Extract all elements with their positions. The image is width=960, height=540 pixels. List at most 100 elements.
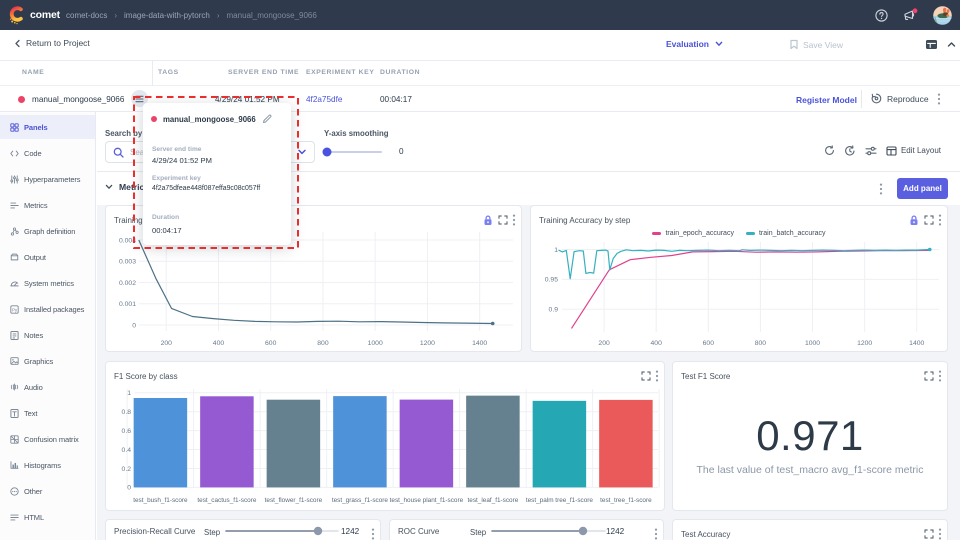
column-header-experiment-key[interactable]: EXPERIMENT KEY [306, 69, 374, 76]
expand-icon[interactable] [924, 371, 934, 381]
sidebar-item-graphics[interactable]: Graphics [0, 349, 95, 373]
sidebar-item-text[interactable]: Text [0, 401, 95, 425]
breadcrumb-project[interactable]: image-data-with-pytorch [124, 11, 210, 20]
panel-more-options-icon[interactable] [938, 528, 942, 540]
bookmark-icon [789, 39, 799, 50]
comet-logo[interactable]: comet [8, 4, 62, 26]
graph-icon [10, 227, 19, 236]
svg-text:0: 0 [127, 485, 131, 492]
save-view-label: Save View [803, 40, 843, 50]
panel-more-options-icon[interactable] [938, 370, 942, 382]
step-value: 1242 [341, 527, 359, 536]
svg-text:1000: 1000 [805, 340, 820, 347]
step-slider[interactable] [225, 524, 342, 538]
breadcrumb-experiment[interactable]: manual_mongoose_9066 [227, 11, 317, 20]
popup-field-label: Duration [152, 214, 179, 221]
sidebar-item-label: Audio [24, 383, 43, 392]
metric-caption: The last value of test_macro avg_f1-scor… [673, 464, 947, 476]
panel-more-options-icon[interactable] [371, 528, 375, 540]
sidebar-item-html[interactable]: HTML [0, 505, 95, 529]
experiment-table-header: NAME TAGS SERVER END TIME EXPERIMENT KEY… [0, 61, 960, 86]
layout-icon [886, 146, 897, 156]
hyperparameters-icon [10, 175, 19, 184]
svg-text:0.2: 0.2 [122, 466, 132, 473]
svg-text:test_bush_f1-score: test_bush_f1-score [133, 497, 188, 504]
other-icon [10, 487, 19, 496]
step-slider[interactable] [491, 524, 609, 538]
smoothing-slider[interactable] [321, 146, 385, 158]
sidebar-item-label: Histograms [24, 461, 61, 470]
sidebar-item-code[interactable]: Code [0, 141, 95, 165]
sidebar-item-label: Panels [24, 123, 48, 132]
panel-test_accuracy: Test Accuracy [672, 519, 948, 540]
help-icon[interactable] [875, 9, 888, 22]
view-toolbar: Return to Project Evaluation Save View [0, 30, 960, 61]
search-icon [113, 147, 124, 158]
panel-precision_recall: Precision-Recall Curve Step 1242 [105, 519, 381, 540]
avatar[interactable] [933, 6, 952, 25]
sidebar-item-label: Graph definition [24, 227, 75, 236]
popup-field-label: Experiment key [152, 175, 201, 182]
save-view-button[interactable]: Save View [789, 39, 843, 50]
register-model-link[interactable]: Register Model [796, 95, 857, 105]
panel-title: Test Accuracy [681, 530, 730, 539]
section-more-options-icon[interactable] [879, 183, 883, 195]
panel-more-options-icon[interactable] [654, 528, 658, 540]
edit-layout-button[interactable]: Edit Layout [886, 146, 941, 156]
divider [861, 90, 862, 108]
system-icon [10, 279, 19, 288]
sidebar-item-histograms[interactable]: Histograms [0, 453, 95, 477]
refresh-icon[interactable] [824, 145, 835, 156]
collapse-table-icon[interactable] [947, 41, 956, 48]
sidebar-item-confusion-matrix[interactable]: Confusion matrix [0, 427, 95, 451]
sidebar-item-system-metrics[interactable]: System metrics [0, 271, 95, 295]
svg-text:1400: 1400 [472, 340, 487, 347]
sidebar-item-other[interactable]: Other [0, 479, 95, 503]
search-scope-dropdown-icon[interactable] [297, 148, 307, 156]
add-panel-button[interactable]: Add panel [897, 178, 948, 199]
svg-text:test_house plant_f1-score: test_house plant_f1-score [390, 497, 464, 504]
panels-icon [10, 123, 19, 132]
expand-icon[interactable] [924, 529, 934, 539]
filter-settings-icon[interactable] [865, 146, 877, 156]
svg-text:Py: Py [12, 307, 18, 312]
table-visibility-icon[interactable] [925, 39, 938, 50]
sidebar-item-label: Output [24, 253, 46, 262]
sidebar-item-metrics[interactable]: Metrics [0, 193, 95, 217]
sidebar-item-label: Installed packages [24, 305, 84, 314]
breadcrumb-workspace[interactable]: comet-docs [66, 11, 107, 20]
announcements-icon[interactable] [903, 8, 918, 22]
view-selector-dropdown[interactable]: Evaluation [666, 39, 723, 49]
auto-refresh-icon[interactable] [844, 145, 856, 156]
sidebar-item-panels[interactable]: Panels [0, 115, 95, 139]
column-header-duration[interactable]: DURATION [380, 69, 420, 76]
reproduce-label: Reproduce [887, 94, 929, 104]
sidebar-item-notes[interactable]: Notes [0, 323, 95, 347]
panel-title: Test F1 Score [681, 372, 730, 381]
sidebar-item-output[interactable]: Output [0, 245, 95, 269]
popup-experiment-name: manual_mongoose_9066 [163, 115, 256, 124]
svg-text:test_flower_f1-score: test_flower_f1-score [265, 497, 323, 504]
panel-title: Precision-Recall Curve [114, 527, 195, 536]
sidebar-item-installed-packages[interactable]: Py Installed packages [0, 297, 95, 321]
edit-name-icon[interactable] [262, 114, 272, 124]
svg-text:1200: 1200 [857, 340, 872, 347]
popup-field-label: Server end time [152, 146, 201, 153]
svg-text:0.6: 0.6 [122, 428, 132, 435]
column-header-server-end-time[interactable]: SERVER END TIME [228, 69, 299, 76]
output-icon [10, 253, 19, 262]
metric-value: 0.971 [673, 412, 947, 460]
sidebar-item-hyperparameters[interactable]: Hyperparameters [0, 167, 95, 191]
sidebar-item-label: Graphics [24, 357, 53, 366]
audio-icon [10, 383, 19, 392]
column-header-tags[interactable]: TAGS [158, 69, 179, 76]
column-header-name[interactable]: NAME [22, 69, 44, 76]
reproduce-button[interactable]: Reproduce [871, 93, 929, 104]
sidebar-item-graph-definition[interactable]: Graph definition [0, 219, 95, 243]
svg-text:1400: 1400 [909, 340, 924, 347]
reproduce-icon [871, 93, 882, 104]
sidebar-item-audio[interactable]: Audio [0, 375, 95, 399]
smoothing-label: Y-axis smoothing [324, 129, 389, 138]
row-more-options-icon[interactable] [937, 93, 941, 105]
graphics-icon [10, 357, 19, 366]
